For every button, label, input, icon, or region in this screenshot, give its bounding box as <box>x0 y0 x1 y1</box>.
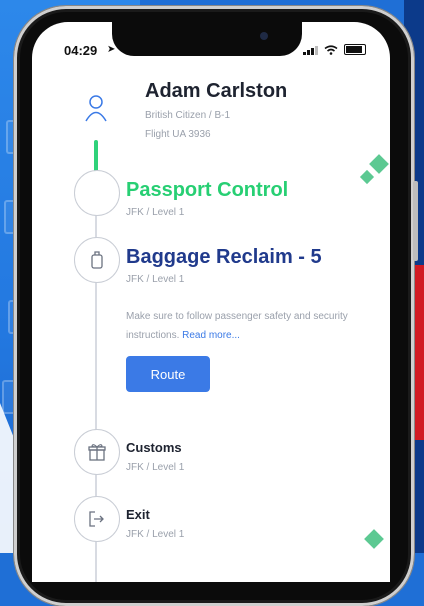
decorative-leaf <box>369 154 389 174</box>
decorative-leaf <box>359 169 375 185</box>
status-time: 04:29 <box>64 43 98 58</box>
luggage-icon <box>91 251 103 269</box>
step-customs-location: JFK / Level 1 <box>126 462 185 473</box>
phone-notch <box>112 22 302 56</box>
read-more-link[interactable]: Read more... <box>182 330 240 341</box>
step-exit-title[interactable]: Exit <box>126 507 150 522</box>
step-exit-circle <box>74 496 120 542</box>
phone-screen: 04:29 ➤ Adam Carlston British Citizen / … <box>32 22 390 582</box>
exit-icon <box>89 511 104 527</box>
wifi-icon <box>324 44 338 55</box>
passenger-flight: Flight UA 3936 <box>145 129 211 140</box>
passenger-citizenship: British Citizen / B-1 <box>145 110 231 121</box>
decorative-leaf <box>364 529 384 549</box>
user-icon <box>85 95 107 122</box>
step-passport-circle <box>74 170 120 216</box>
gift-icon <box>88 444 106 461</box>
phone-side-button <box>413 181 418 261</box>
step-baggage-location: JFK / Level 1 <box>126 274 185 285</box>
route-button[interactable]: Route <box>126 356 210 392</box>
camera-icon <box>260 32 268 40</box>
status-icons <box>303 44 366 55</box>
timeline-progress <box>94 140 98 172</box>
step-baggage-title[interactable]: Baggage Reclaim - 5 <box>126 246 322 269</box>
step-baggage-description: Make sure to follow passenger safety and… <box>126 307 356 345</box>
location-arrow-icon: ➤ <box>107 44 116 55</box>
step-baggage-circle <box>74 237 120 283</box>
passenger-name: Adam Carlston <box>145 80 288 102</box>
step-customs-title[interactable]: Customs <box>126 440 182 455</box>
step-passport-title[interactable]: Passport Control <box>126 179 288 202</box>
signal-icon <box>303 45 318 55</box>
step-exit-location: JFK / Level 1 <box>126 529 185 540</box>
step-passport-location: JFK / Level 1 <box>126 207 185 218</box>
step-customs-circle <box>74 429 120 475</box>
battery-icon <box>344 44 366 55</box>
